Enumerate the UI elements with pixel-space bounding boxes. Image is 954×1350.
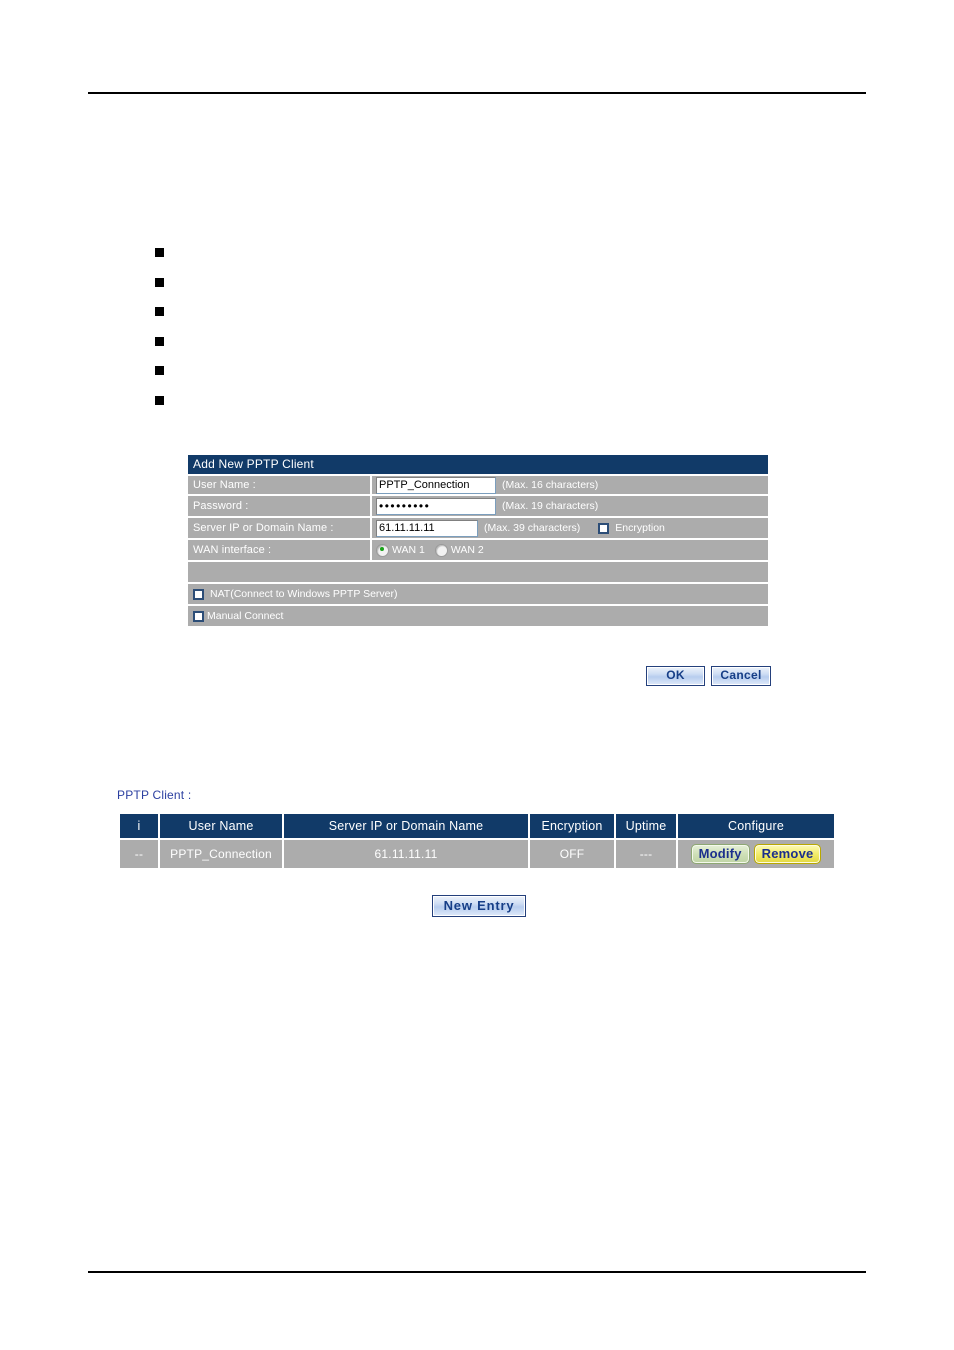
list-item	[155, 302, 755, 332]
configure-buttons: Modify Remove	[678, 844, 834, 864]
cancel-button[interactable]: Cancel	[711, 666, 771, 686]
table-header-row: i User Name Server IP or Domain Name Enc…	[120, 814, 834, 838]
cell-user-name: PPTP_Connection	[160, 840, 282, 868]
list-item	[155, 391, 755, 421]
dialog-action-buttons: OK Cancel	[646, 666, 771, 686]
wan-interface-field-wrap: WAN 1 WAN 2	[370, 540, 768, 560]
cell-index: --	[120, 840, 158, 868]
list-item	[155, 361, 755, 391]
server-ip-hint: (Max. 39 characters)	[484, 522, 581, 534]
password-input[interactable]	[376, 497, 496, 515]
square-bullet-icon	[155, 248, 164, 257]
password-field-wrap: (Max. 19 characters)	[370, 496, 768, 516]
column-header-encryption: Encryption	[530, 814, 614, 838]
manual-connect-label: Manual Connect	[207, 610, 284, 622]
nat-checkbox[interactable]	[193, 588, 204, 600]
wan-radio-group: WAN 1 WAN 2	[376, 543, 494, 557]
square-bullet-icon	[155, 395, 164, 405]
user-name-label: User Name :	[193, 479, 256, 491]
new-entry-button[interactable]: New Entry	[432, 895, 526, 917]
encryption-label: Encryption	[615, 522, 665, 534]
remove-button[interactable]: Remove	[753, 844, 822, 864]
page-footer-rule	[88, 1271, 866, 1273]
square-bullet-icon	[155, 277, 164, 287]
password-hint: (Max. 19 characters)	[502, 500, 599, 512]
radio-wan-1-label: WAN 1	[392, 544, 425, 556]
form-row-user-name: User Name : (Max. 16 characters)	[188, 474, 768, 496]
list-item	[155, 332, 755, 362]
form-row-manual-connect: Manual Connect	[188, 606, 768, 628]
cell-configure: Modify Remove	[678, 840, 834, 868]
dialog-title: Add New PPTP Client	[188, 455, 768, 474]
pptp-client-table: i User Name Server IP or Domain Name Enc…	[118, 812, 836, 870]
pptp-client-section-label: PPTP Client :	[117, 788, 192, 802]
column-header-configure: Configure	[678, 814, 834, 838]
user-name-field-wrap: (Max. 16 characters)	[370, 476, 768, 494]
list-item	[155, 243, 755, 273]
form-row-password: Password : (Max. 19 characters)	[188, 496, 768, 518]
square-bullet-icon	[155, 307, 164, 316]
column-header-server: Server IP or Domain Name	[284, 814, 528, 838]
table-row: -- PPTP_Connection 61.11.11.11 OFF --- M…	[120, 840, 834, 868]
ok-button[interactable]: OK	[646, 666, 705, 686]
cell-encryption: OFF	[530, 840, 614, 868]
nat-field-wrap: NAT(Connect to Windows PPTP Server)	[188, 584, 768, 604]
radio-wan-2-label: WAN 2	[450, 544, 484, 556]
user-name-input[interactable]	[376, 476, 496, 494]
server-ip-label: Server IP or Domain Name :	[193, 522, 334, 534]
cell-uptime: ---	[616, 840, 676, 868]
column-header-uptime: Uptime	[616, 814, 676, 838]
spacer-right	[370, 562, 768, 582]
bullet-list	[155, 243, 755, 420]
encryption-checkbox[interactable]	[598, 522, 610, 534]
form-row-nat: NAT(Connect to Windows PPTP Server)	[188, 584, 768, 606]
list-item	[155, 273, 755, 303]
radio-wan-1[interactable]	[376, 543, 389, 557]
radio-wan-2[interactable]	[434, 543, 448, 557]
wan-interface-label: WAN interface :	[193, 544, 272, 556]
form-row-server-ip: Server IP or Domain Name : (Max. 39 char…	[188, 518, 768, 540]
add-new-pptp-client-dialog: Add New PPTP Client User Name : (Max. 16…	[188, 455, 768, 628]
password-label: Password :	[193, 500, 249, 512]
server-ip-input[interactable]	[376, 519, 478, 537]
column-header-index: i	[120, 814, 158, 838]
square-bullet-icon	[155, 336, 164, 346]
manual-connect-checkbox[interactable]	[193, 610, 204, 622]
server-ip-field-wrap: (Max. 39 characters) Encryption	[370, 518, 768, 538]
form-row-spacer	[188, 562, 768, 584]
square-bullet-icon	[155, 366, 164, 375]
nat-label: NAT(Connect to Windows PPTP Server)	[210, 588, 398, 600]
user-name-hint: (Max. 16 characters)	[502, 479, 599, 491]
form-row-wan-interface: WAN interface : WAN 1 WAN 2	[188, 540, 768, 562]
column-header-user-name: User Name	[160, 814, 282, 838]
cell-server: 61.11.11.11	[284, 840, 528, 868]
manual-connect-field-wrap: Manual Connect	[188, 606, 768, 626]
modify-button[interactable]: Modify	[690, 844, 750, 864]
page-header-rule	[88, 92, 866, 94]
